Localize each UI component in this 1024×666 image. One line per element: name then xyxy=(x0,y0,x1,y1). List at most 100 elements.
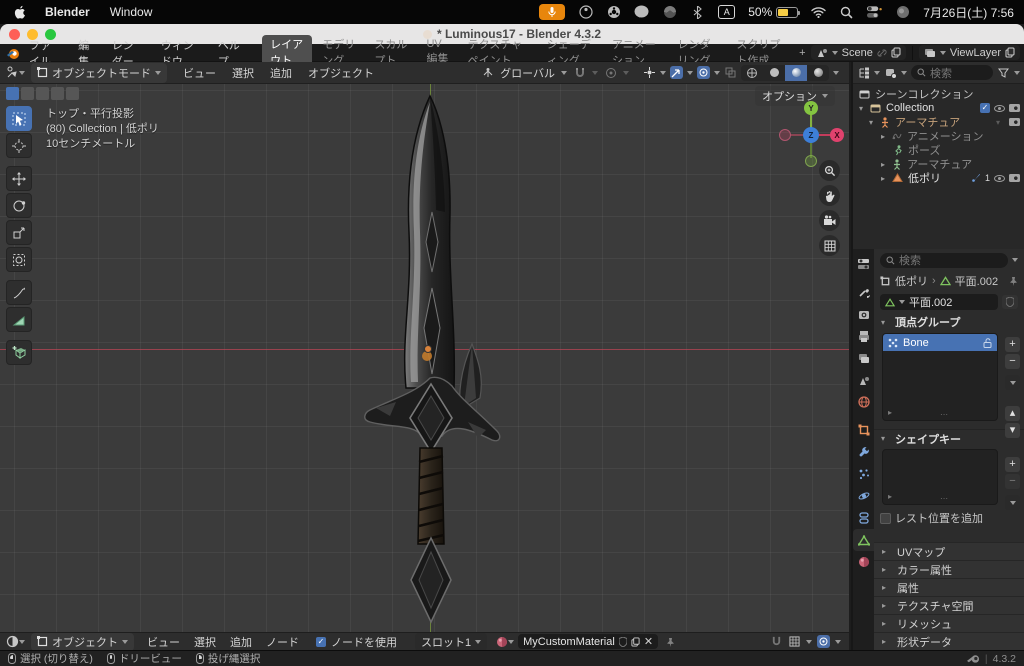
collapsed-caret-icon[interactable]: ▸ xyxy=(881,160,890,169)
shape-keys-panel-header[interactable]: ▾ シェイプキー xyxy=(874,429,1024,447)
outliner-row-lowpoly-mesh[interactable]: ▸ 低ポリ 1 xyxy=(853,171,1024,185)
snap-magnet-icon[interactable] xyxy=(573,66,586,79)
viewport-menu-add[interactable]: 追加 xyxy=(262,65,300,81)
battery-indicator[interactable]: 50% xyxy=(748,5,798,19)
scene-selector[interactable]: Scene xyxy=(811,45,906,60)
outliner-row-animation[interactable]: ▸ アニメーション xyxy=(853,129,1024,143)
show-gizmo-icon[interactable] xyxy=(670,66,683,79)
shading-solid-icon[interactable] xyxy=(763,65,785,81)
move-vertex-group-up-button[interactable]: ▴ xyxy=(1005,406,1020,421)
tab-world[interactable] xyxy=(853,391,874,413)
collapsed-caret-icon[interactable]: ▸ xyxy=(881,174,890,183)
breadcrumb-object-name[interactable]: 低ポリ xyxy=(895,273,928,289)
tool-transform[interactable] xyxy=(6,247,32,272)
remove-shape-key-button[interactable]: − xyxy=(1005,474,1020,489)
hide-viewport-eye-icon[interactable] xyxy=(994,175,1005,182)
outliner-search-input[interactable]: 検索 xyxy=(911,65,993,80)
tab-physics[interactable] xyxy=(853,485,874,507)
armature-hide-toggle-icon[interactable]: ▾ xyxy=(996,118,1005,127)
quick-icon-5[interactable] xyxy=(66,87,79,100)
tab-scene[interactable] xyxy=(853,369,874,391)
tool-rotate[interactable] xyxy=(6,193,32,218)
shading-material-preview-icon[interactable] xyxy=(785,65,807,81)
wifi-icon[interactable] xyxy=(811,5,826,20)
xray-toggle-icon[interactable] xyxy=(724,66,737,79)
list-filter-expand-icon[interactable]: ▸ xyxy=(888,408,892,417)
copy-material-icon[interactable] xyxy=(631,637,640,647)
menubar-clock[interactable]: 7月26日(土) 7:56 xyxy=(923,4,1014,21)
material-slot-selector[interactable]: スロット1 xyxy=(415,633,487,651)
gizmo-axis-x-positive[interactable]: X xyxy=(830,128,844,142)
tab-view-layer[interactable] xyxy=(853,347,874,369)
gizmo-axis-y-positive[interactable]: Y xyxy=(804,101,818,115)
tool-cursor[interactable] xyxy=(6,133,32,158)
shader-menu-view[interactable]: ビュー xyxy=(140,634,187,650)
outliner-display-dropdown-icon[interactable] xyxy=(901,71,907,75)
shader-menu-node[interactable]: ノード xyxy=(259,634,306,650)
outliner-display-mode-icon[interactable] xyxy=(884,66,897,79)
gizmos-dropdown-icon[interactable] xyxy=(660,71,666,75)
hide-viewport-eye-icon[interactable] xyxy=(994,105,1005,112)
shader-editor-dropdown-icon[interactable] xyxy=(19,640,25,644)
tab-material[interactable] xyxy=(853,551,874,573)
rest-position-checkbox[interactable] xyxy=(880,513,891,524)
add-workspace-button[interactable]: + xyxy=(794,46,810,60)
panel-attributes[interactable]: ▸属性 xyxy=(874,578,1024,596)
shader-overlays-icon[interactable] xyxy=(817,635,830,648)
show-gizmo-dropdown-icon[interactable] xyxy=(687,71,693,75)
tab-modifiers[interactable] xyxy=(853,441,874,463)
menubar-app-name[interactable]: Blender xyxy=(45,5,90,19)
material-name-field[interactable]: MyCustomMaterial ✕ xyxy=(518,634,658,649)
mode-selector[interactable]: オブジェクトモード xyxy=(31,63,167,83)
camera-view-icon[interactable] xyxy=(819,210,840,231)
editor-type-properties-icon[interactable] xyxy=(853,253,874,275)
shader-grid-icon[interactable] xyxy=(788,635,801,648)
panel-remesh[interactable]: ▸リメッシュ xyxy=(874,614,1024,632)
properties-search-input[interactable]: 検索 xyxy=(880,253,1008,268)
quick-icon-1[interactable] xyxy=(6,87,19,100)
quick-icon-4[interactable] xyxy=(51,87,64,100)
panel-color-attributes[interactable]: ▸カラー属性 xyxy=(874,560,1024,578)
tab-object-data[interactable] xyxy=(853,529,874,551)
outliner-row-scene-collection[interactable]: シーンコレクション xyxy=(853,87,1024,101)
outliner-editor-dropdown-icon[interactable] xyxy=(874,71,880,75)
new-scene-icon[interactable] xyxy=(891,47,901,58)
tool-scale[interactable] xyxy=(6,220,32,245)
add-vertex-group-button[interactable]: + xyxy=(1005,337,1020,352)
siri-icon[interactable] xyxy=(895,5,910,20)
tool-add-cube[interactable] xyxy=(6,340,32,365)
datablock-name-field[interactable]: 平面.002 xyxy=(880,294,998,310)
use-nodes-checkbox[interactable]: ✓ xyxy=(316,637,326,647)
panel-uv-maps[interactable]: ▸UVマップ xyxy=(874,542,1024,560)
material-browse-icon[interactable] xyxy=(495,635,508,648)
outliner-filter-icon[interactable] xyxy=(997,66,1010,79)
tab-output[interactable] xyxy=(853,325,874,347)
gizmo-axis-y-negative[interactable] xyxy=(805,155,817,167)
blender-logo-icon[interactable] xyxy=(6,46,20,60)
editor-type-3dview-icon[interactable] xyxy=(6,66,19,79)
pin-icon[interactable] xyxy=(1009,276,1018,286)
snap-dropdown-icon[interactable] xyxy=(592,71,598,75)
shader-snap-icon[interactable] xyxy=(770,635,783,648)
apple-menu-icon[interactable] xyxy=(14,5,27,20)
outliner-row-armature-data[interactable]: ▸ アーマチュア xyxy=(853,157,1024,171)
vertex-groups-panel-header[interactable]: ▾ 頂点グループ xyxy=(874,313,1024,331)
sword-model[interactable] xyxy=(356,92,508,627)
shape-key-specials-dropdown[interactable] xyxy=(1005,495,1020,510)
disable-render-camera-icon[interactable] xyxy=(1009,174,1020,182)
move-vertex-group-down-button[interactable]: ▾ xyxy=(1005,423,1020,438)
shader-mode-selector[interactable]: オブジェクト xyxy=(31,633,134,651)
control-center-icon[interactable] xyxy=(867,5,882,20)
fake-user-shield-icon[interactable] xyxy=(1002,295,1018,309)
spotlight-search-icon[interactable] xyxy=(839,5,854,20)
list-resize-grip-icon[interactable]: ⋯ xyxy=(940,410,948,419)
proportional-dropdown-icon[interactable] xyxy=(623,71,629,75)
transform-orientation-label[interactable]: グローバル xyxy=(500,65,555,81)
tool-move[interactable] xyxy=(6,166,32,191)
expand-caret-icon[interactable]: ▾ xyxy=(869,118,878,127)
object-origin-point[interactable] xyxy=(424,345,432,353)
gizmo-axis-z[interactable]: Z xyxy=(803,127,819,143)
shader-menu-select[interactable]: 選択 xyxy=(187,634,223,650)
expand-caret-icon[interactable]: ▾ xyxy=(859,104,868,113)
outliner-filter-dropdown-icon[interactable] xyxy=(1014,71,1020,75)
